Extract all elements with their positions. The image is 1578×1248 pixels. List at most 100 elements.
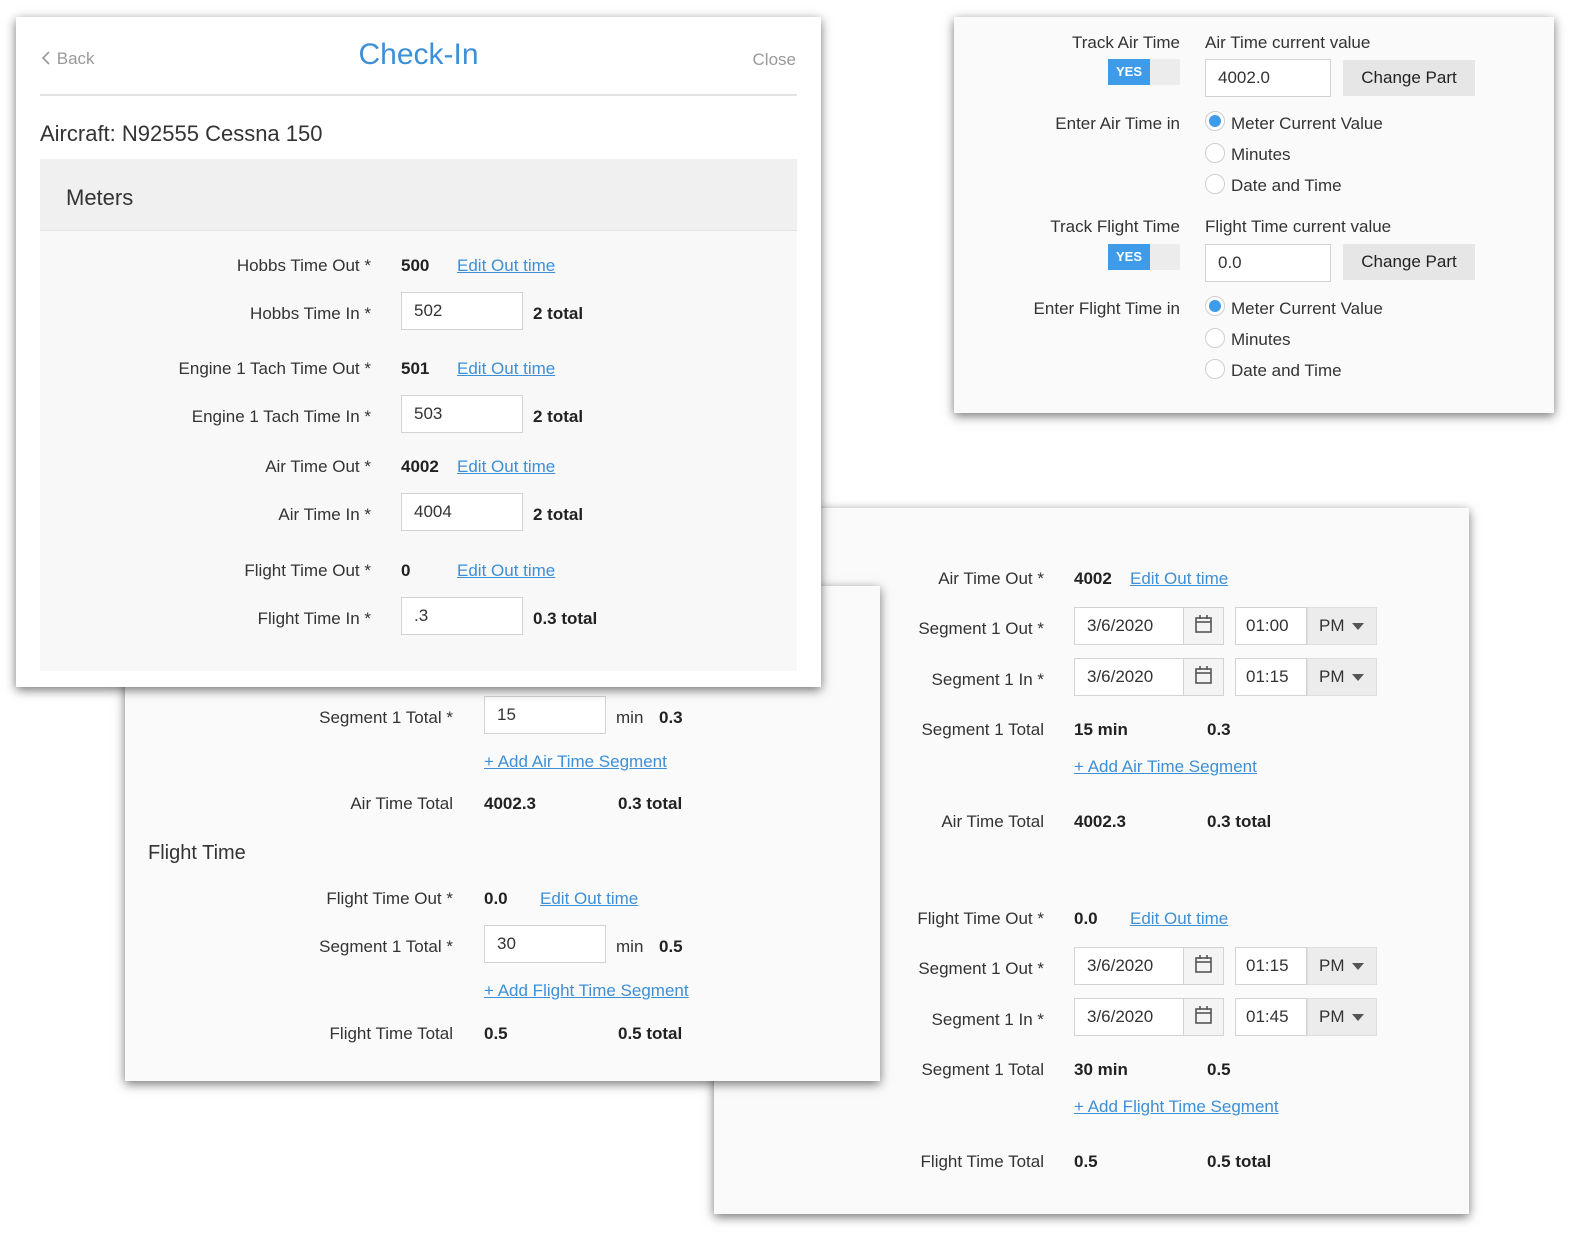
segment-out-date-input[interactable]: 3/6/2020 xyxy=(1074,947,1224,985)
edit-out-time-link[interactable]: Edit Out time xyxy=(540,889,638,909)
segment-total-hours: 0.5 xyxy=(1207,1060,1231,1079)
add-air-time-segment-link[interactable]: + Add Air Time Segment xyxy=(1074,757,1257,777)
ampm-value: PM xyxy=(1319,667,1345,686)
air-time-total-sum: 0.3 total xyxy=(1207,812,1272,831)
flight-time-total-value: 0.5 xyxy=(1074,1152,1098,1171)
hobbs-time-in-input[interactable] xyxy=(401,292,523,330)
track-flight-time-toggle[interactable]: YES xyxy=(1108,244,1180,270)
flight-time-out-label: Flight Time Out * xyxy=(244,561,371,580)
chevron-down-icon xyxy=(1352,1014,1364,1021)
segment-in-label: Segment 1 In * xyxy=(931,670,1044,689)
ampm-select[interactable]: PM xyxy=(1307,607,1377,645)
change-part-button[interactable]: Change Part xyxy=(1343,60,1475,96)
edit-out-time-link[interactable]: Edit Out time xyxy=(1130,569,1228,589)
date-value: 3/6/2020 xyxy=(1087,667,1154,686)
enter-air-time-label: Enter Air Time in xyxy=(1055,114,1180,133)
air-time-in-label: Air Time In * xyxy=(278,505,371,524)
meter-settings-panel: Track Air Time Air Time current value YE… xyxy=(954,17,1554,413)
edit-out-time-link[interactable]: Edit Out time xyxy=(457,457,555,477)
edit-out-time-link[interactable]: Edit Out time xyxy=(1130,909,1228,929)
change-part-button[interactable]: Change Part xyxy=(1343,244,1475,280)
calendar-icon[interactable] xyxy=(1183,999,1223,1035)
air-time-current-label: Air Time current value xyxy=(1205,33,1371,52)
add-flight-time-segment-link[interactable]: + Add Flight Time Segment xyxy=(1074,1097,1279,1117)
flight-time-total-value: 0.5 xyxy=(484,1024,508,1043)
segment-out-time-input[interactable]: 01:15 xyxy=(1235,947,1307,985)
air-date-time-radio[interactable] xyxy=(1205,174,1225,194)
edit-out-time-link[interactable]: Edit Out time xyxy=(457,561,555,581)
calendar-icon[interactable] xyxy=(1183,608,1223,644)
air-meter-current-radio[interactable] xyxy=(1205,111,1225,131)
segment-in-time-input[interactable]: 01:45 xyxy=(1235,998,1307,1036)
close-button[interactable]: Close xyxy=(753,50,796,70)
date-value: 3/6/2020 xyxy=(1087,1007,1154,1026)
segment-in-time-input[interactable]: 01:15 xyxy=(1235,658,1307,696)
flight-time-total-sum: 0.5 total xyxy=(618,1024,683,1043)
add-flight-time-segment-link[interactable]: + Add Flight Time Segment xyxy=(484,981,689,1001)
tach-time-in-label: Engine 1 Tach Time In * xyxy=(191,407,371,426)
ampm-select[interactable]: PM xyxy=(1307,658,1377,696)
header-divider xyxy=(40,94,797,96)
ampm-value: PM xyxy=(1319,616,1345,635)
air-segment-minutes-input[interactable] xyxy=(484,696,606,734)
radio-label: Date and Time xyxy=(1231,361,1342,380)
segment-out-date-input[interactable]: 3/6/2020 xyxy=(1074,607,1224,645)
flight-total: 0.3 total xyxy=(533,609,598,628)
calendar-icon[interactable] xyxy=(1183,659,1223,695)
segment-out-time-input[interactable]: 01:00 xyxy=(1235,607,1307,645)
flight-time-total-sum: 0.5 total xyxy=(1207,1152,1272,1171)
add-air-time-segment-link[interactable]: + Add Air Time Segment xyxy=(484,752,667,772)
air-time-total-value: 4002.3 xyxy=(1074,812,1126,831)
edit-out-time-link[interactable]: Edit Out time xyxy=(457,256,555,276)
date-value: 3/6/2020 xyxy=(1087,956,1154,975)
air-segment-hours: 0.3 xyxy=(659,708,683,727)
chevron-down-icon xyxy=(1352,623,1364,630)
flight-time-current-input[interactable] xyxy=(1205,244,1331,282)
segment-total-minutes: 15 min xyxy=(1074,720,1128,739)
segment-total-label: Segment 1 Total * xyxy=(319,708,453,727)
tach-time-in-input[interactable] xyxy=(401,395,523,433)
air-time-current-input[interactable] xyxy=(1205,59,1331,97)
segment-total-minutes: 30 min xyxy=(1074,1060,1128,1079)
flight-time-out-label: Flight Time Out * xyxy=(917,909,1044,928)
flight-segment-minutes-input[interactable] xyxy=(484,925,606,963)
ampm-select[interactable]: PM xyxy=(1307,947,1377,985)
flight-time-total-label: Flight Time Total xyxy=(920,1152,1044,1171)
radio-label: Meter Current Value xyxy=(1231,299,1383,318)
track-air-time-toggle[interactable]: YES xyxy=(1108,59,1180,85)
meters-header: Meters xyxy=(40,159,797,231)
ampm-select[interactable]: PM xyxy=(1307,998,1377,1036)
flight-time-section-title: Flight Time xyxy=(148,842,246,864)
toggle-yes: YES xyxy=(1108,59,1150,85)
air-time-in-input[interactable] xyxy=(401,493,523,531)
flight-meter-current-radio[interactable] xyxy=(1205,296,1225,316)
hobbs-time-out-label: Hobbs Time Out * xyxy=(236,256,371,275)
segment-in-date-input[interactable]: 3/6/2020 xyxy=(1074,658,1224,696)
track-air-time-label: Track Air Time xyxy=(1072,33,1180,52)
air-minutes-radio[interactable] xyxy=(1205,143,1225,163)
flight-date-time-radio[interactable] xyxy=(1205,359,1225,379)
track-flight-time-label: Track Flight Time xyxy=(1050,217,1180,236)
segment-total-hours: 0.3 xyxy=(1207,720,1231,739)
flight-time-out-value: 0 xyxy=(401,561,411,580)
hobbs-time-in-label: Hobbs Time In * xyxy=(250,304,371,323)
segment-out-label: Segment 1 Out * xyxy=(918,959,1044,978)
air-time-total-label: Air Time Total xyxy=(941,812,1044,831)
flight-time-in-input[interactable] xyxy=(401,597,523,635)
calendar-icon[interactable] xyxy=(1183,948,1223,984)
air-time-out-value: 4002 xyxy=(1074,569,1112,588)
flight-minutes-radio[interactable] xyxy=(1205,328,1225,348)
segment-in-date-input[interactable]: 3/6/2020 xyxy=(1074,998,1224,1036)
hobbs-time-out-value: 500 xyxy=(401,256,430,275)
minutes-unit: min xyxy=(616,937,644,956)
edit-out-time-link[interactable]: Edit Out time xyxy=(457,359,555,379)
ampm-value: PM xyxy=(1319,956,1345,975)
tach-time-out-label: Engine 1 Tach Time Out * xyxy=(178,359,371,378)
date-value: 3/6/2020 xyxy=(1087,616,1154,635)
air-time-out-label: Air Time Out * xyxy=(938,569,1044,588)
air-time-total-sum: 0.3 total xyxy=(618,794,683,813)
flight-time-out-value: 0.0 xyxy=(1074,909,1098,928)
segment-total-label: Segment 1 Total * xyxy=(319,937,453,956)
toggle-yes: YES xyxy=(1108,244,1150,270)
aircraft-label: Aircraft: N92555 Cessna 150 xyxy=(40,121,323,146)
